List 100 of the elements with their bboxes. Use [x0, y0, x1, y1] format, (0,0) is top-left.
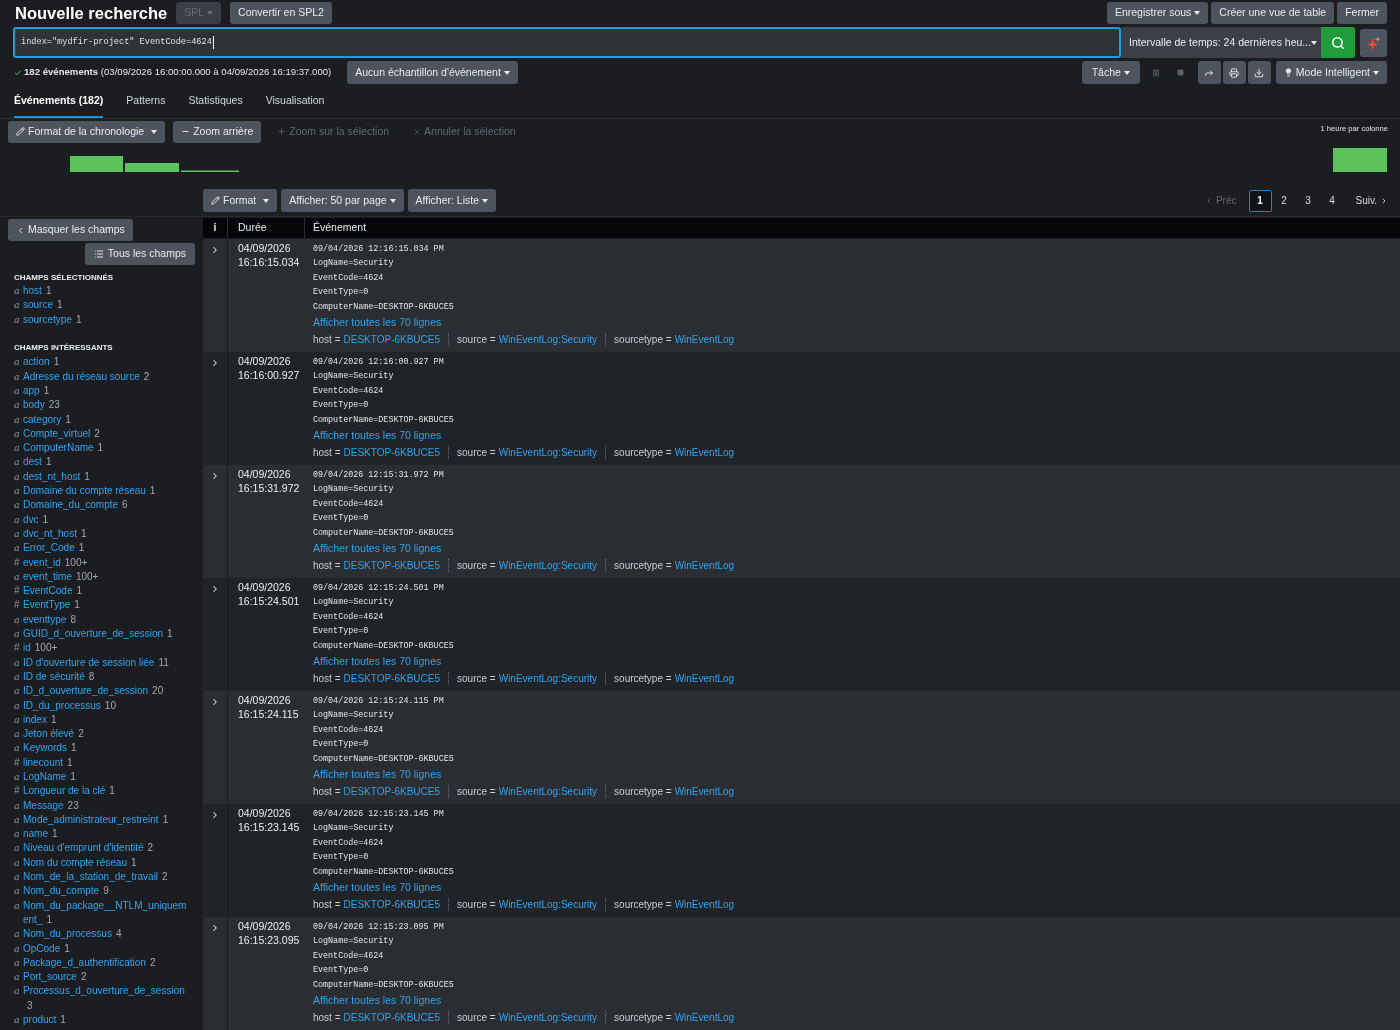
ai-assistant-button[interactable]: [1360, 28, 1387, 57]
field-list-item[interactable]: dvc 1: [23, 512, 49, 527]
expand-chevron-icon[interactable]: [210, 245, 220, 255]
page-number-button[interactable]: 1: [1248, 189, 1272, 212]
field-list-item[interactable]: event_id 100+: [23, 555, 88, 570]
field-list-item[interactable]: Error_Code 1: [23, 541, 85, 556]
field-value-link[interactable]: WinEventLog: [674, 331, 735, 347]
field-list-item[interactable]: index 1: [23, 712, 57, 728]
field-value-link[interactable]: WinEventLog:Security: [498, 670, 598, 686]
page-number-button[interactable]: 3: [1296, 189, 1320, 212]
hide-fields-button[interactable]: Masquer les champs: [8, 219, 133, 241]
field-value-link[interactable]: WinEventLog:Security: [498, 557, 598, 573]
field-list-item[interactable]: Compte_virtuel 2: [23, 426, 100, 442]
results-tab[interactable]: Patterns: [126, 89, 166, 118]
field-list-item[interactable]: Mode_administrateur_restreint 1: [23, 812, 169, 828]
field-value-link[interactable]: DESKTOP-6KBUCE5: [343, 896, 441, 912]
field-value-link[interactable]: WinEventLog:Security: [498, 1009, 598, 1025]
field-list-item[interactable]: Message 23: [23, 798, 79, 813]
field-list-item[interactable]: Port_source 2: [23, 970, 87, 985]
field-list-item[interactable]: Keywords 1: [23, 741, 77, 756]
field-value-link[interactable]: WinEventLog:Security: [498, 896, 598, 912]
field-list-item[interactable]: linecount 1: [23, 755, 73, 770]
field-value-link[interactable]: DESKTOP-6KBUCE5: [343, 444, 441, 460]
field-list-item[interactable]: product 1: [23, 1013, 66, 1028]
field-list-item[interactable]: event_time 100+: [23, 569, 99, 585]
field-list-item[interactable]: ID_du_processus 10: [23, 698, 116, 713]
field-value-link[interactable]: DESKTOP-6KBUCE5: [343, 1009, 441, 1025]
field-list-item[interactable]: id 100+: [23, 641, 58, 656]
field-list-item[interactable]: ComputerName 1: [23, 441, 104, 456]
page-size-dropdown[interactable]: Afficher: 50 par page: [281, 189, 404, 212]
search-button[interactable]: [1321, 27, 1355, 58]
expand-chevron-icon[interactable]: [210, 471, 220, 481]
field-list-item[interactable]: sourcetype 1: [23, 312, 82, 327]
show-all-lines-link[interactable]: Afficher toutes les 70 lignes: [313, 768, 442, 781]
show-all-lines-link[interactable]: Afficher toutes les 70 lignes: [313, 881, 442, 894]
field-list-item[interactable]: EventType 1: [23, 598, 80, 613]
timeline-format-dropdown[interactable]: Format de la chronologie: [8, 120, 166, 143]
field-list-item[interactable]: Nom_de_la_station_de_travail 2: [23, 870, 168, 885]
field-list-item[interactable]: ID de sécurité 8: [23, 669, 95, 685]
field-list-item[interactable]: ID d'ouverture de session liée 11: [23, 655, 169, 670]
field-value-link[interactable]: DESKTOP-6KBUCE5: [343, 557, 441, 573]
field-list-item[interactable]: body 23: [23, 398, 60, 413]
show-all-lines-link[interactable]: Afficher toutes les 70 lignes: [313, 316, 442, 329]
page-number-button[interactable]: 4: [1320, 189, 1344, 212]
stop-icon[interactable]: [1176, 69, 1184, 76]
field-list-item[interactable]: Niveau d'emprunt d'identité 2: [23, 841, 154, 856]
show-all-lines-link[interactable]: Afficher toutes les 70 lignes: [313, 655, 442, 668]
share-button[interactable]: [1197, 61, 1221, 84]
field-list-item[interactable]: Adresse du réseau source 2: [23, 369, 150, 384]
field-value-link[interactable]: WinEventLog: [674, 444, 735, 460]
field-list-item[interactable]: source 1: [23, 298, 63, 313]
field-list-item[interactable]: Jeton élevé 2: [23, 727, 84, 742]
search-mode-dropdown[interactable]: Mode Intelligent: [1275, 61, 1387, 84]
results-tab[interactable]: Événements (182): [14, 89, 104, 118]
field-value-link[interactable]: WinEventLog:Security: [498, 444, 598, 460]
convert-button[interactable]: Convertir en SPL2: [230, 2, 332, 24]
field-value-link[interactable]: WinEventLog: [674, 783, 735, 799]
field-list-item[interactable]: host 1: [23, 284, 52, 299]
field-list-item[interactable]: EventCode 1: [23, 584, 83, 599]
results-tab[interactable]: Visualisation: [265, 89, 325, 118]
field-list-item[interactable]: name 1: [23, 827, 58, 842]
expand-chevron-icon[interactable]: [210, 697, 220, 707]
field-value-link[interactable]: WinEventLog:Security: [498, 783, 598, 799]
close-button[interactable]: Fermer: [1337, 2, 1387, 24]
job-dropdown[interactable]: Tâche: [1081, 61, 1140, 84]
field-value-link[interactable]: WinEventLog: [674, 896, 735, 912]
field-list-item[interactable]: Processus_d_ouverture_de_session 3: [23, 984, 190, 1014]
field-list-item[interactable]: Nom_du_package__NTLM_uniquement_ 1: [23, 898, 190, 928]
zoom-out-button[interactable]: Zoom arrière: [173, 120, 262, 143]
page-number-button[interactable]: 2: [1272, 189, 1296, 212]
field-list-item[interactable]: ID_d_ouverture_de_session 20: [23, 684, 164, 699]
field-value-link[interactable]: DESKTOP-6KBUCE5: [343, 783, 441, 799]
field-list-item[interactable]: Nom_du_processus 4: [23, 927, 122, 942]
field-list-item[interactable]: Nom_du_compte 9: [23, 884, 109, 899]
field-value-link[interactable]: WinEventLog: [674, 1009, 735, 1025]
field-list-item[interactable]: action 1: [23, 355, 60, 370]
field-list-item[interactable]: eventtype 8: [23, 612, 76, 628]
save-as-dropdown[interactable]: Enregistrer sous: [1106, 2, 1209, 24]
field-list-item[interactable]: Nom du compte réseau 1: [23, 855, 137, 871]
field-list-item[interactable]: Package_d_authentification 2: [23, 955, 156, 971]
field-list-item[interactable]: app 1: [23, 384, 50, 399]
field-list-item[interactable]: OpCode 1: [23, 941, 70, 956]
search-field[interactable]: index="mydfir-project" EventCode=4624: [13, 27, 1121, 58]
all-fields-button[interactable]: Tous les champs: [84, 243, 195, 265]
format-dropdown[interactable]: Format: [203, 189, 278, 212]
time-range-dropdown[interactable]: Intervalle de temps: 24 dernières heu...: [1121, 27, 1321, 58]
field-list-item[interactable]: Domaine du compte réseau 1: [23, 484, 156, 499]
field-list-item[interactable]: dest_nt_host 1: [23, 469, 90, 485]
table-view-button[interactable]: Créer une vue de table: [1211, 2, 1335, 24]
field-value-link[interactable]: DESKTOP-6KBUCE5: [343, 670, 441, 686]
expand-chevron-icon[interactable]: [210, 923, 220, 933]
field-value-link[interactable]: WinEventLog: [674, 557, 735, 573]
expand-chevron-icon[interactable]: [210, 584, 220, 594]
field-list-item[interactable]: category 1: [23, 412, 71, 427]
view-mode-dropdown[interactable]: Afficher: Liste: [407, 189, 496, 212]
results-tab[interactable]: Statistiques: [188, 89, 243, 118]
field-list-item[interactable]: GUID_d_ouverture_de_session 1: [23, 627, 173, 642]
next-page-button[interactable]: Suiv.: [1353, 193, 1390, 208]
field-list-item[interactable]: Longueur de la clé 1: [23, 784, 115, 799]
expand-chevron-icon[interactable]: [210, 810, 220, 820]
